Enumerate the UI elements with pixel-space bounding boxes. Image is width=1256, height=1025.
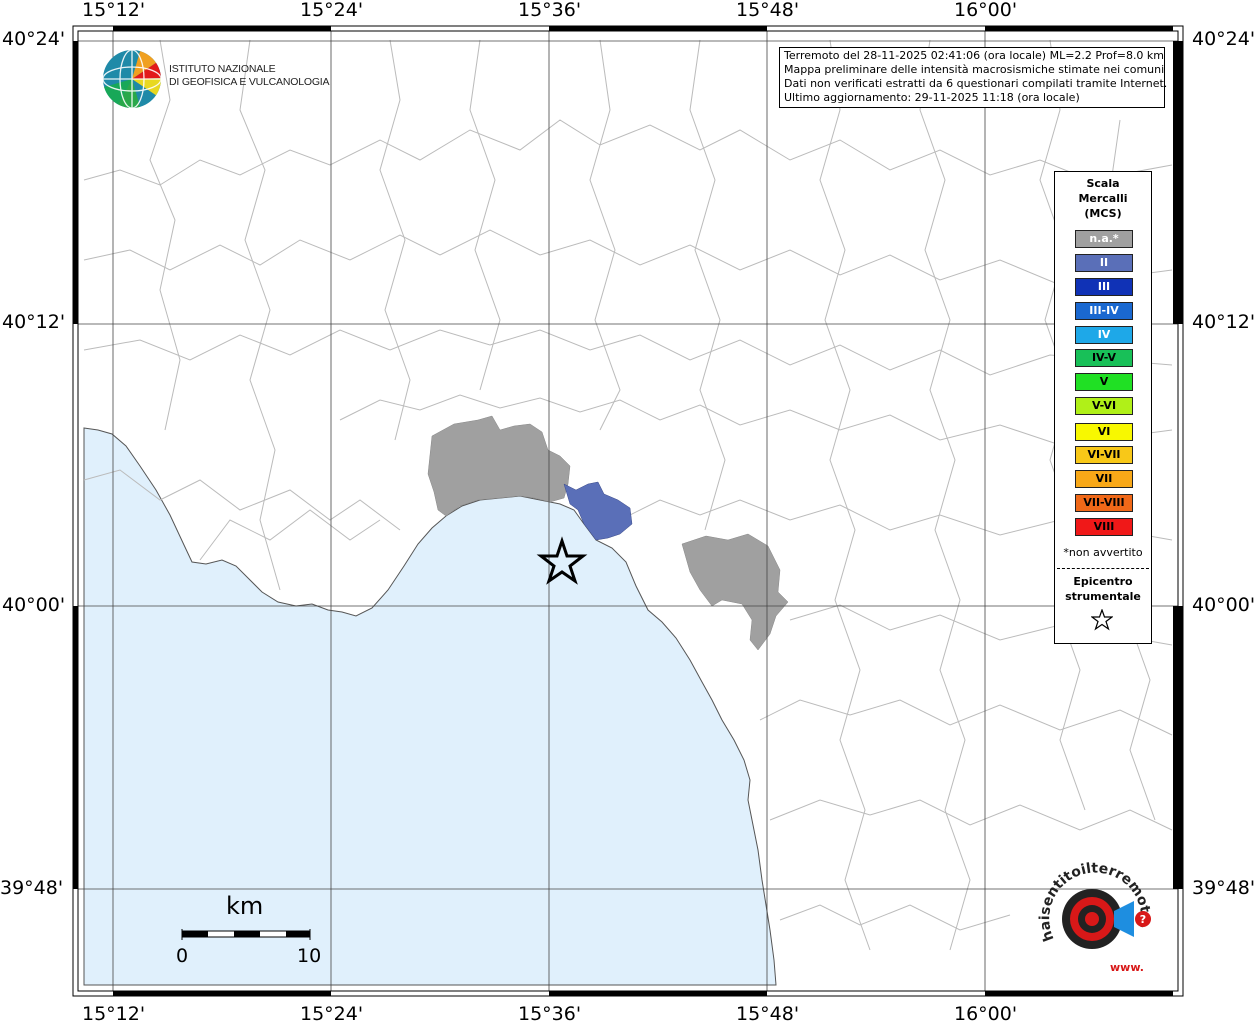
legend-title-line: (MCS) bbox=[1084, 207, 1122, 220]
municipality-not-felt bbox=[681, 533, 789, 651]
legend-title: Scala Mercalli (MCS) bbox=[1055, 176, 1151, 221]
lon-label-top: 15°48' bbox=[736, 0, 800, 21]
event-info-line: Dati non verificati estratti da 6 questi… bbox=[784, 77, 1168, 90]
legend-star-icon bbox=[1091, 609, 1113, 631]
lat-label-left: 39°48' bbox=[0, 877, 64, 899]
legend-item: n.a.* bbox=[1075, 230, 1133, 248]
sea-area bbox=[83, 427, 777, 986]
legend-item: II bbox=[1075, 254, 1133, 272]
legend-title-line: Scala bbox=[1086, 177, 1120, 190]
legend-item: VI-VII bbox=[1075, 446, 1133, 464]
lat-label-right: 40°12' bbox=[1192, 311, 1256, 333]
ingv-name-line2: DI GEOFISICA E VULCANOLOGIA bbox=[169, 76, 330, 88]
legend-epicentre-line: strumentale bbox=[1065, 590, 1141, 603]
ingv-globe-icon bbox=[103, 50, 161, 108]
legend-item: VII-VIII bbox=[1075, 494, 1133, 512]
legend-item: VIII bbox=[1075, 518, 1133, 536]
legend-item: V-VI bbox=[1075, 397, 1133, 415]
lon-label-bottom: 15°36' bbox=[518, 1003, 582, 1025]
legend-epicentre-line: Epicentro bbox=[1073, 575, 1133, 588]
lon-label-top: 15°12' bbox=[82, 0, 146, 21]
lat-label-left: 40°24' bbox=[2, 28, 66, 50]
legend-epicentre-label: Epicentro strumentale bbox=[1055, 574, 1151, 604]
event-info-line: Mappa preliminare delle intensità macros… bbox=[784, 63, 1165, 76]
ingv-name: ISTITUTO NAZIONALE DI GEOFISICA E VULCAN… bbox=[169, 63, 330, 89]
ingv-name-line1: ISTITUTO NAZIONALE bbox=[169, 63, 276, 75]
legend-note: *non avvertito bbox=[1063, 546, 1143, 559]
event-info-line: Terremoto del 28-11-2025 02:41:06 (ora l… bbox=[784, 49, 1165, 62]
scale-start: 0 bbox=[176, 945, 189, 967]
legend-item: VI bbox=[1075, 423, 1133, 441]
target-megaphone-icon: haisentitoilterremoto.it ? www. bbox=[1032, 853, 1153, 974]
legend-item: VII bbox=[1075, 470, 1133, 488]
svg-text:?: ? bbox=[1140, 913, 1146, 926]
lat-label-right: 40°24' bbox=[1192, 28, 1256, 50]
lon-label-bottom: 16°00' bbox=[954, 1003, 1018, 1025]
lon-label-bottom: 15°24' bbox=[300, 1003, 364, 1025]
lat-label-right: 39°48' bbox=[1192, 877, 1256, 899]
lon-label-top: 15°36' bbox=[518, 0, 582, 21]
lat-label-right: 40°00' bbox=[1192, 594, 1256, 616]
legend-item: IV-V bbox=[1075, 349, 1133, 367]
lat-label-left: 40°12' bbox=[2, 311, 66, 333]
lat-label-left: 40°00' bbox=[2, 594, 66, 616]
branding-www: www. bbox=[1110, 961, 1144, 974]
legend-item: IV bbox=[1075, 326, 1133, 344]
legend-divider bbox=[1057, 568, 1149, 569]
event-info-line: Ultimo aggiornamento: 29-11-2025 11:18 (… bbox=[784, 91, 1080, 104]
lon-label-top: 15°24' bbox=[300, 0, 364, 21]
legend-item: III-IV bbox=[1075, 302, 1133, 320]
lon-label-bottom: 15°48' bbox=[736, 1003, 800, 1025]
lon-label-top: 16°00' bbox=[954, 0, 1018, 21]
event-info-box: Terremoto del 28-11-2025 02:41:06 (ora l… bbox=[779, 47, 1168, 108]
legend-item: III bbox=[1075, 278, 1133, 296]
scale-end: 10 bbox=[297, 945, 322, 967]
scale-unit: km bbox=[226, 892, 264, 920]
legend-item: V bbox=[1075, 373, 1133, 391]
legend-title-line: Mercalli bbox=[1078, 192, 1128, 205]
lon-label-bottom: 15°12' bbox=[82, 1003, 146, 1025]
intensity-legend: Scala Mercalli (MCS) n.a.* II III III-IV… bbox=[1054, 171, 1152, 644]
